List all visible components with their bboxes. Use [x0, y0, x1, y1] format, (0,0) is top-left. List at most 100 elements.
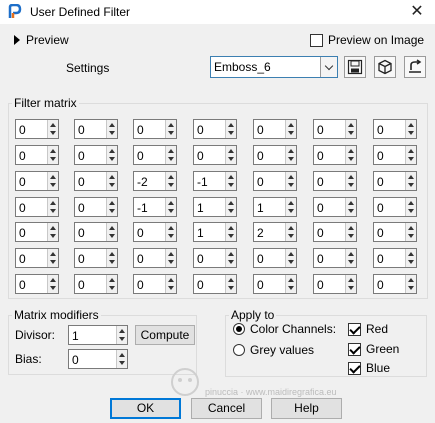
spin-down-icon[interactable] [288, 183, 294, 187]
matrix-cell-r6-c4[interactable]: 0 [193, 248, 237, 268]
spin-up-icon[interactable] [109, 252, 115, 256]
spin-up-icon[interactable] [228, 123, 234, 127]
spin-up-icon[interactable] [119, 329, 125, 333]
spin-down-icon[interactable] [168, 131, 174, 135]
spin-up-icon[interactable] [408, 149, 414, 153]
spin-up-icon[interactable] [50, 278, 56, 282]
spin-down-icon[interactable] [348, 157, 354, 161]
spin-up-icon[interactable] [288, 278, 294, 282]
blue-channel-checkbox[interactable]: Blue [348, 361, 390, 375]
spin-up-icon[interactable] [408, 226, 414, 230]
color-channels-option[interactable]: Color Channels: [233, 322, 336, 336]
spin-down-icon[interactable] [288, 209, 294, 213]
spin-down-icon[interactable] [408, 209, 414, 213]
spin-up-icon[interactable] [50, 201, 56, 205]
spin-down-icon[interactable] [408, 131, 414, 135]
spin-up-icon[interactable] [50, 226, 56, 230]
spin-down-icon[interactable] [109, 286, 115, 290]
spin-up-icon[interactable] [408, 201, 414, 205]
spin-up-icon[interactable] [408, 278, 414, 282]
spin-down-icon[interactable] [288, 286, 294, 290]
matrix-cell-r4-c6[interactable]: 0 [313, 197, 357, 217]
matrix-cell-r2-c2[interactable]: 0 [74, 145, 118, 165]
spin-down-icon[interactable] [408, 234, 414, 238]
spin-down-icon[interactable] [408, 260, 414, 264]
spin-down-icon[interactable] [288, 260, 294, 264]
spin-up-icon[interactable] [288, 226, 294, 230]
matrix-cell-r5-c3[interactable]: 0 [133, 222, 177, 242]
bias-spinner[interactable]: 0 [68, 349, 128, 369]
spin-down-icon[interactable] [348, 183, 354, 187]
close-icon[interactable]: ✕ [407, 2, 427, 22]
preview-on-image-checkbox[interactable]: Preview on Image [310, 33, 424, 47]
preset-dropdown[interactable]: Emboss_6 [210, 56, 338, 78]
matrix-cell-r1-c5[interactable]: 0 [253, 119, 297, 139]
reset-button[interactable] [404, 56, 426, 78]
matrix-cell-r4-c1[interactable]: 0 [15, 197, 59, 217]
matrix-cell-r6-c2[interactable]: 0 [74, 248, 118, 268]
spin-up-icon[interactable] [50, 149, 56, 153]
spin-down-icon[interactable] [228, 131, 234, 135]
spin-down-icon[interactable] [348, 234, 354, 238]
grey-values-option[interactable]: Grey values [233, 343, 314, 357]
spin-down-icon[interactable] [408, 157, 414, 161]
spin-up-icon[interactable] [348, 226, 354, 230]
matrix-cell-r6-c3[interactable]: 0 [133, 248, 177, 268]
spin-up-icon[interactable] [228, 226, 234, 230]
matrix-cell-r3-c1[interactable]: 0 [15, 171, 59, 191]
spin-up-icon[interactable] [109, 201, 115, 205]
spin-down-icon[interactable] [348, 260, 354, 264]
spin-down-icon[interactable] [50, 260, 56, 264]
spin-down-icon[interactable] [168, 209, 174, 213]
matrix-cell-r2-c7[interactable]: 0 [373, 145, 417, 165]
preset-options-button[interactable] [374, 56, 396, 78]
spin-up-icon[interactable] [228, 201, 234, 205]
green-check-box[interactable] [348, 342, 361, 356]
spin-down-icon[interactable] [109, 157, 115, 161]
spin-up-icon[interactable] [109, 149, 115, 153]
spin-up-icon[interactable] [168, 149, 174, 153]
matrix-cell-r4-c4[interactable]: 1 [193, 197, 237, 217]
matrix-cell-r1-c4[interactable]: 0 [193, 119, 237, 139]
matrix-cell-r2-c3[interactable]: 0 [133, 145, 177, 165]
spin-down-icon[interactable] [228, 209, 234, 213]
spin-up-icon[interactable] [50, 252, 56, 256]
matrix-cell-r7-c2[interactable]: 0 [74, 274, 118, 294]
spin-up-icon[interactable] [288, 201, 294, 205]
spin-up-icon[interactable] [228, 149, 234, 153]
spin-down-icon[interactable] [109, 131, 115, 135]
spin-down-icon[interactable] [408, 286, 414, 290]
spin-down-icon[interactable] [288, 157, 294, 161]
spin-down-icon[interactable] [168, 183, 174, 187]
spin-up-icon[interactable] [288, 123, 294, 127]
matrix-cell-r2-c5[interactable]: 0 [253, 145, 297, 165]
spin-down-icon[interactable] [228, 157, 234, 161]
spin-up-icon[interactable] [348, 175, 354, 179]
spin-up-icon[interactable] [288, 149, 294, 153]
matrix-cell-r7-c6[interactable]: 0 [313, 274, 357, 294]
spin-up-icon[interactable] [228, 252, 234, 256]
matrix-cell-r5-c1[interactable]: 0 [15, 222, 59, 242]
spin-down-icon[interactable] [348, 209, 354, 213]
spin-up-icon[interactable] [109, 123, 115, 127]
spin-up-icon[interactable] [348, 123, 354, 127]
matrix-cell-r7-c7[interactable]: 0 [373, 274, 417, 294]
spin-down-icon[interactable] [348, 286, 354, 290]
spin-up-icon[interactable] [109, 226, 115, 230]
spin-up-icon[interactable] [50, 175, 56, 179]
green-channel-checkbox[interactable]: Green [348, 342, 399, 356]
save-preset-button[interactable] [344, 56, 366, 78]
matrix-cell-r5-c2[interactable]: 0 [74, 222, 118, 242]
matrix-cell-r5-c4[interactable]: 1 [193, 222, 237, 242]
matrix-cell-r4-c3[interactable]: -1 [133, 197, 177, 217]
spin-up-icon[interactable] [168, 278, 174, 282]
matrix-cell-r3-c5[interactable]: 0 [253, 171, 297, 191]
blue-check-box[interactable] [348, 361, 361, 375]
cancel-button[interactable]: Cancel [191, 398, 262, 419]
spin-down-icon[interactable] [109, 260, 115, 264]
spin-down-icon[interactable] [50, 209, 56, 213]
spin-up-icon[interactable] [228, 278, 234, 282]
spin-up-icon[interactable] [168, 201, 174, 205]
spin-down-icon[interactable] [168, 157, 174, 161]
spin-down-icon[interactable] [348, 131, 354, 135]
